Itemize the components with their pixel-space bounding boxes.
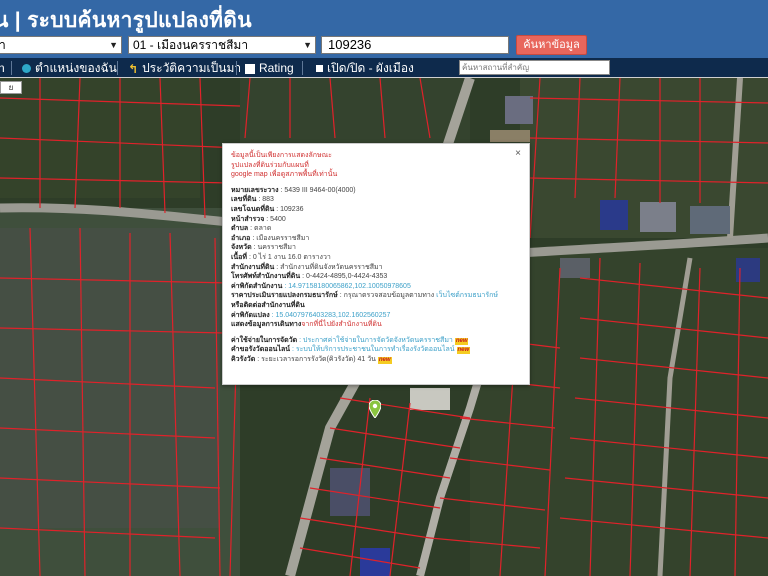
field-row: จังหวัด : นครราชสีมา — [231, 244, 296, 252]
fee-link[interactable]: : ประกาศค่าใช้จ่ายในการจัดวัดจังหวัดนครร… — [299, 337, 453, 344]
field-row: สำนักงานที่ดิน : สำนักงานที่ดินจังหวัดนค… — [231, 263, 383, 271]
square-icon — [316, 65, 323, 73]
parcel-coord-row: ค่าพิกัดแปลง : 15.0407976403283,102.1602… — [231, 311, 391, 319]
office-coord-link[interactable]: : 14.97158180065862,102.10050978605 — [284, 283, 411, 290]
field-row: ตำบล : ตลาด — [231, 225, 272, 233]
directions-row: แสดงข้อมูลการเดินทางจากที่นี่ไปยังสำนักง… — [231, 321, 382, 329]
toolbar-divider — [11, 61, 12, 75]
toolbar-city-plan-label: เปิด/ปิด - ผังเมือง — [327, 61, 414, 75]
queue-row: คิวรังวัด : ระยะเวลารอการรังวัด(คิวรังวั… — [231, 355, 392, 364]
history-icon: ↰ — [128, 61, 139, 76]
new-badge: new — [454, 337, 469, 345]
toolbar-history[interactable]: ↰ ประวัติความเป็นมา — [128, 60, 241, 76]
online-request-row: คำขอรังวัดออนไลน์ : ระบบให้บริการประชาชน… — [231, 346, 471, 355]
search-button[interactable]: ค้นหาข้อมูล — [516, 35, 587, 55]
toolbar-my-location-label: ตำแหน่งของฉัน — [35, 61, 117, 75]
province-select[interactable]: า ▼ — [0, 36, 122, 54]
parcel-coord-link[interactable]: : 15.0407976403283,102.1602560257 — [272, 312, 391, 319]
province-select-value: า — [0, 38, 6, 52]
rating-chart-icon — [245, 63, 255, 74]
toolbar-rating-label: Rating — [259, 61, 294, 75]
new-badge: new — [377, 356, 392, 364]
toolbar-rating[interactable]: Rating — [245, 60, 294, 76]
parcel-marker-icon[interactable] — [368, 399, 382, 423]
toolbar-divider — [117, 61, 118, 75]
toolbar-history-label: ประวัติความเป็นมา — [142, 61, 242, 75]
place-search-input[interactable]: ค้นหาสถานที่สำคัญ — [459, 60, 610, 75]
toolbar-item-fragment: n — [0, 61, 5, 75]
field-row: อำเภอ : เมืองนครราชสีมา — [231, 234, 310, 242]
field-row: เลขที่ดิน : 883 — [231, 196, 274, 204]
close-icon[interactable]: × — [515, 149, 521, 159]
popup-warning: ข้อมูลนี้เป็นเพียงการแสดงลักษณะ รูปแปลงท… — [231, 151, 521, 180]
district-select[interactable]: 01 - เมืองนครราชสีมา ▼ — [128, 36, 316, 54]
map-toolbar: n ตำแหน่งของฉัน ↰ ประวัติความเป็นมา Ratin… — [0, 58, 768, 78]
location-dot-icon — [22, 64, 31, 74]
parcel-info-popup: × ข้อมูลนี้เป็นเพียงการแสดงลักษณะ รูปแปล… — [222, 143, 530, 385]
parcel-number-input[interactable]: 109236 — [321, 36, 509, 54]
popup-fields: หมายเลขระวาง : 5439 III 9464-00(4000) เล… — [231, 186, 521, 330]
field-row: หมายเลขระวาง : 5439 III 9464-00(4000) — [231, 186, 356, 194]
treasury-website-link[interactable]: เว็บไซต์กรมธนารักษ์ — [436, 292, 498, 299]
chevron-down-icon: ▼ — [303, 40, 312, 50]
map-zoom-control[interactable]: ย — [0, 81, 22, 94]
warning-line-2: รูปแปลงที่ดินร่วมกับแผนที่ — [231, 161, 309, 169]
field-row: หน้าสำรวจ : 5400 — [231, 215, 286, 223]
fee-row: ค่าใช้จ่ายในการจัดวัด : ประกาศค่าใช้จ่าย… — [231, 336, 469, 345]
office-coord-row: ค่าพิกัดสำนักงาน : 14.97158180065862,102… — [231, 282, 411, 290]
toolbar-divider — [236, 61, 237, 75]
field-row: เลขโฉนดที่ดิน : 109236 — [231, 205, 304, 213]
toolbar-city-plan-toggle[interactable]: เปิด/ปิด - ผังเมือง — [316, 60, 414, 76]
appraisal-row-2: หรือติดต่อสำนักงานที่ดิน — [231, 301, 305, 309]
appraisal-row: ราคาประเมินรายแปลงกรมธนารักษ์ : กรุณาตรว… — [231, 292, 498, 300]
field-row: เนื้อที่ : 0 ไร่ 1 งาน 16.0 ตารางวา — [231, 253, 331, 261]
toolbar-divider — [302, 61, 303, 75]
warning-line-3: google map เพื่อดูสภาพพื้นที่เท่านั้น — [231, 171, 338, 179]
field-row: โทรศัพท์สำนักงานที่ดิน : 0-4424-4895,0-4… — [231, 273, 388, 281]
chevron-down-icon: ▼ — [109, 40, 118, 50]
toolbar-my-location[interactable]: ตำแหน่งของฉัน — [22, 60, 117, 76]
app-header: น | ระบบค้นหารูปแปลงที่ดิน — [0, 0, 768, 35]
app-title: น | ระบบค้นหารูปแปลงที่ดิน — [0, 9, 252, 32]
warning-line-1: ข้อมูลนี้เป็นเพียงการแสดงลักษณะ — [231, 152, 332, 159]
online-request-link[interactable]: : ระบบให้บริการประชาชนในการทำเรื่องรังวั… — [292, 346, 455, 353]
new-badge: new — [456, 347, 471, 355]
district-select-value: 01 - เมืองนครราชสีมา — [133, 38, 249, 52]
search-bar: า ▼ 01 - เมืองนครราชสีมา ▼ 109236 ค้นหาข… — [0, 35, 768, 58]
directions-link[interactable]: จากที่นี่ไปยังสำนักงานที่ดิน — [301, 321, 381, 328]
